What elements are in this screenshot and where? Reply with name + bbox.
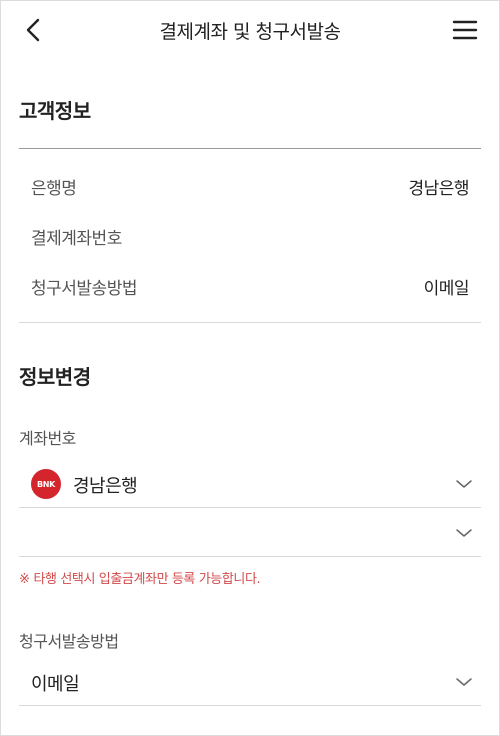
bank-name-label: 은행명 bbox=[31, 179, 77, 199]
change-info-title: 정보변경 bbox=[19, 365, 91, 389]
info-row-account: 결제계좌번호 bbox=[19, 220, 481, 250]
billing-method-label: 청구서발송방법 bbox=[31, 279, 137, 299]
bank-name-value: 경남은행 bbox=[408, 179, 469, 199]
chevron-down-icon bbox=[456, 480, 472, 488]
section-divider bbox=[19, 322, 481, 323]
notice-message: 타행 선택시 입출금계좌만 등록 가능합니다. bbox=[33, 572, 261, 587]
notice-text: ※ 타행 선택시 입출금계좌만 등록 가능합니다. bbox=[19, 568, 261, 587]
bank-select-value: 경남은행 bbox=[73, 476, 138, 497]
page-title: 결제계좌 및 청구서발송 bbox=[159, 21, 341, 43]
info-row-billing: 청구서발송방법 이메일 bbox=[19, 270, 481, 300]
bank-select[interactable]: BNK 경남은행 bbox=[19, 460, 481, 508]
chevron-down-icon bbox=[456, 678, 472, 686]
customer-info-title: 고객정보 bbox=[19, 99, 91, 123]
customer-info-divider bbox=[19, 148, 481, 149]
billing-method-select[interactable]: 이메일 bbox=[19, 658, 481, 706]
hamburger-menu-icon bbox=[452, 20, 478, 40]
account-select[interactable] bbox=[19, 509, 481, 557]
account-field-label: 계좌번호 bbox=[19, 429, 76, 448]
info-row-bank: 은행명 경남은행 bbox=[19, 170, 481, 200]
chevron-down-icon bbox=[456, 529, 472, 537]
billing-method-value: 이메일 bbox=[423, 279, 470, 299]
menu-button[interactable] bbox=[451, 16, 479, 44]
account-number-label: 결제계좌번호 bbox=[31, 229, 122, 249]
bank-logo: BNK bbox=[31, 469, 61, 499]
header-bar: 결제계좌 및 청구서발송 bbox=[0, 0, 500, 60]
billing-select-value: 이메일 bbox=[31, 674, 80, 695]
billing-field-label: 청구서발송방법 bbox=[19, 632, 119, 651]
notice-mark: ※ bbox=[19, 572, 30, 587]
